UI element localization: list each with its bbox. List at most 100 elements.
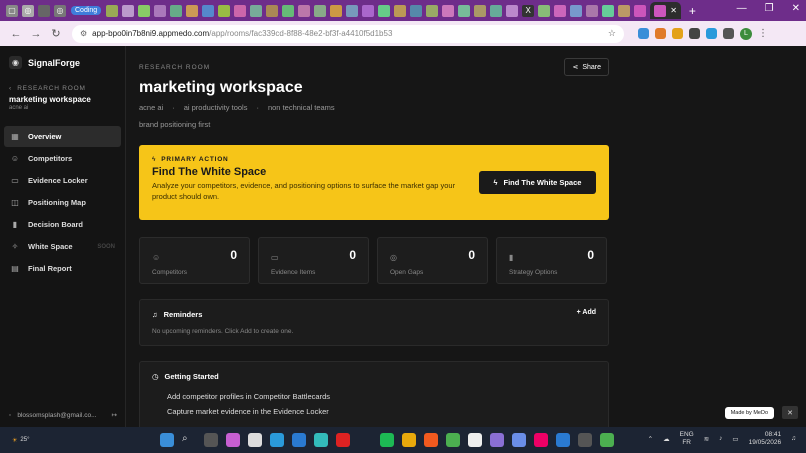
tab-favicon[interactable] xyxy=(378,4,391,17)
app-icon[interactable] xyxy=(534,433,548,447)
extension-icon[interactable] xyxy=(706,28,717,39)
app-icon[interactable] xyxy=(490,433,504,447)
tab-favicon[interactable]: ▢ xyxy=(6,4,18,17)
tab-favicon[interactable] xyxy=(218,4,231,17)
sidebar-item-final-report[interactable]: ▤ Final Report xyxy=(4,258,121,279)
stat-card-open-gaps[interactable]: ◎ 0 Open Gaps xyxy=(377,237,488,284)
tab-favicon[interactable] xyxy=(554,4,567,17)
extension-icon[interactable] xyxy=(689,28,700,39)
tab-favicon[interactable] xyxy=(362,4,375,17)
bookmark-star-icon[interactable]: ☆ xyxy=(608,28,616,39)
tab-favicon[interactable] xyxy=(618,4,631,17)
cloud-icon[interactable]: ☁ xyxy=(663,435,670,443)
minimize-icon[interactable]: — xyxy=(737,3,747,14)
tab-favicon[interactable] xyxy=(442,4,455,17)
add-reminder-button[interactable]: + Add xyxy=(577,309,596,316)
tab-favicon[interactable] xyxy=(538,4,551,17)
tab-favicon[interactable] xyxy=(474,4,487,17)
edge-icon[interactable] xyxy=(270,433,284,447)
tab-favicon[interactable]: X xyxy=(522,4,535,17)
chrome-icon[interactable] xyxy=(446,433,460,447)
tab-favicon[interactable] xyxy=(490,4,503,17)
tab-favicon[interactable] xyxy=(298,4,311,17)
app-icon[interactable] xyxy=(292,433,306,447)
tab-favicon[interactable] xyxy=(106,4,119,17)
app-icon[interactable] xyxy=(314,433,328,447)
tab-favicon[interactable] xyxy=(186,4,199,17)
tab-favicon[interactable] xyxy=(250,4,263,17)
search-icon[interactable]: ⌕ xyxy=(182,433,196,447)
battery-icon[interactable]: ▭ xyxy=(732,435,738,443)
clock[interactable]: 08:41 19/05/2026 xyxy=(749,431,782,447)
tab-favicon[interactable] xyxy=(570,4,583,17)
close-window-icon[interactable]: ✕ xyxy=(792,3,800,14)
brave-icon[interactable] xyxy=(424,433,438,447)
tab-favicon[interactable] xyxy=(346,4,359,17)
tab-favicon[interactable] xyxy=(330,4,343,17)
profile-avatar[interactable]: L xyxy=(740,27,752,40)
tab-favicon[interactable] xyxy=(426,4,439,17)
forward-icon[interactable]: → xyxy=(26,28,46,40)
tab-favicon[interactable] xyxy=(170,4,183,17)
reload-icon[interactable]: ↻ xyxy=(46,27,66,40)
tab-active[interactable]: ✕ xyxy=(650,2,681,19)
stat-card-competitors[interactable]: ☺ 0 Competitors xyxy=(139,237,250,284)
tab-favicon[interactable] xyxy=(282,4,295,17)
extension-icon[interactable] xyxy=(638,28,649,39)
restore-icon[interactable]: ❐ xyxy=(765,3,774,14)
language-indicator[interactable]: ENG FR xyxy=(680,431,694,447)
windows-start-icon[interactable] xyxy=(160,433,174,447)
sidebar-item-overview[interactable]: ▦ Overview xyxy=(4,126,121,147)
extension-icon[interactable] xyxy=(672,28,683,39)
share-button[interactable]: ⋖ Share xyxy=(564,58,609,76)
speaker-icon[interactable]: ♪ xyxy=(719,435,722,442)
spotify-icon[interactable] xyxy=(380,433,394,447)
weather-widget[interactable]: ☀ 25° xyxy=(12,437,29,444)
made-by-badge[interactable]: Made by MeDo xyxy=(724,407,774,419)
tab-favicon[interactable] xyxy=(202,4,215,17)
sidebar-item-evidence-locker[interactable]: ▭ Evidence Locker xyxy=(4,170,121,191)
mcafee-icon[interactable] xyxy=(336,433,350,447)
extension-icon[interactable] xyxy=(655,28,666,39)
logout-icon[interactable]: ↦ xyxy=(112,411,117,419)
app-icon[interactable] xyxy=(248,433,262,447)
app-icon[interactable] xyxy=(578,433,592,447)
stat-card-evidence-items[interactable]: ▭ 0 Evidence Items xyxy=(258,237,369,284)
url-bar[interactable]: ⚙ app-bpo0in7b8ni9.appmedo.com /app/room… xyxy=(72,24,624,43)
kebab-menu-icon[interactable]: ⋮ xyxy=(758,28,768,39)
notion-icon[interactable] xyxy=(468,433,482,447)
list-item[interactable]: Capture market evidence in the Evidence … xyxy=(152,404,596,419)
tab-favicon[interactable] xyxy=(506,4,519,17)
puzzle-icon[interactable] xyxy=(723,28,734,39)
tab-favicon[interactable] xyxy=(394,4,407,17)
tab-favicon[interactable] xyxy=(38,4,50,17)
notification-bell-icon[interactable]: ♫ xyxy=(791,435,796,442)
tab-favicon[interactable] xyxy=(234,4,247,17)
tab-favicon[interactable] xyxy=(266,4,279,17)
close-badge-icon[interactable]: ✕ xyxy=(782,406,798,419)
chrome-icon[interactable] xyxy=(600,433,614,447)
back-to-rooms-link[interactable]: ‹ RESEARCH ROOM xyxy=(0,85,125,92)
back-icon[interactable]: ← xyxy=(6,28,26,40)
site-info-icon[interactable]: ⚙ xyxy=(80,29,87,38)
close-tab-icon[interactable]: ✕ xyxy=(670,6,677,15)
find-white-space-button[interactable]: ϟ Find The White Space xyxy=(479,171,596,194)
tab-favicon[interactable]: ◎ xyxy=(54,4,66,17)
tab-favicon[interactable] xyxy=(458,4,471,17)
copilot-icon[interactable] xyxy=(226,433,240,447)
vscode-icon[interactable] xyxy=(556,433,570,447)
sidebar-item-white-space[interactable]: ✧ White Space SOON xyxy=(4,236,121,257)
list-item[interactable]: Add competitor profiles in Competitor Ba… xyxy=(152,389,596,404)
sidebar-item-decision-board[interactable]: ▮ Decision Board xyxy=(4,214,121,235)
app-icon[interactable] xyxy=(512,433,526,447)
tab-favicon[interactable] xyxy=(410,4,423,17)
brand[interactable]: ◉ SignalForge xyxy=(0,46,125,79)
tab-favicon[interactable] xyxy=(634,4,647,17)
tab-group-coding[interactable]: Coding xyxy=(71,6,102,15)
tab-favicon[interactable] xyxy=(602,4,615,17)
sidebar-item-competitors[interactable]: ☺ Competitors xyxy=(4,148,121,169)
tab-favicon[interactable] xyxy=(314,4,327,17)
wifi-icon[interactable]: ≋ xyxy=(704,435,709,443)
tab-favicon[interactable]: ◎ xyxy=(22,4,34,17)
new-tab-icon[interactable]: + xyxy=(689,4,696,18)
